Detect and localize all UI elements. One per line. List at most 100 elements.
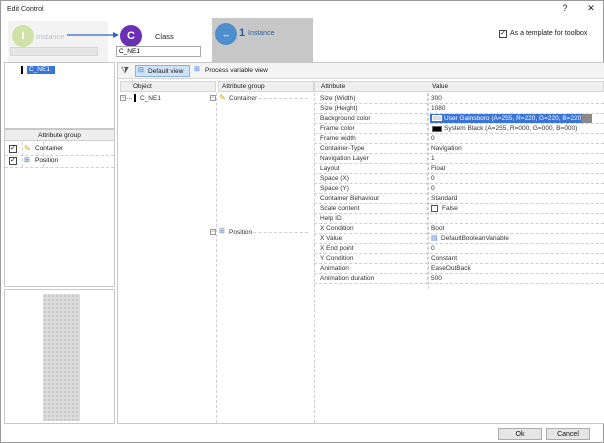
column-header-attribute-value: Attribute Value — [314, 81, 604, 92]
row-divider — [314, 253, 604, 254]
view-toolbar: ⧩ ⊟ Default view ⊞ Process variable view — [118, 63, 604, 79]
close-button[interactable]: ✕ — [584, 3, 598, 14]
wizard-step-class[interactable]: C Class — [118, 21, 208, 64]
value-animation[interactable]: EaseOutBack — [431, 265, 471, 272]
tree-connector — [248, 232, 308, 233]
step-class-label: Class — [155, 32, 174, 41]
row-divider — [314, 223, 604, 224]
step-instance-icon: I — [12, 25, 34, 47]
attr-container-type: Container-Type — [320, 145, 365, 152]
collapse-position-icon[interactable]: − — [210, 229, 216, 235]
row-divider — [314, 263, 604, 264]
gainsboro-swatch — [432, 115, 442, 121]
attr-layout: Layout — [320, 165, 340, 172]
value-y-condition[interactable]: Constant — [431, 255, 457, 262]
tree-connector — [127, 98, 132, 99]
step-instance-label: Instance — [36, 32, 65, 41]
value-container-behaviour[interactable]: Standard — [431, 195, 457, 202]
row-divider — [314, 233, 604, 234]
row-divider — [314, 173, 604, 174]
column-header-attribute-group-label: Attribute group — [222, 83, 265, 90]
value-x-end-point[interactable]: 0 — [431, 245, 435, 252]
value-space-x[interactable]: 0 — [431, 175, 435, 182]
value-size-width[interactable]: 300 — [431, 95, 442, 102]
template-checkbox-label: As a template for toolbox — [510, 30, 588, 37]
value-container-type[interactable]: Navigation — [431, 145, 462, 152]
default-view-icon: ⊟ — [138, 67, 144, 74]
attr-y-condition: Y Condition — [320, 255, 354, 262]
wizard-step-instance[interactable]: I Instance — [8, 21, 108, 64]
attr-x-end-point: X End point — [320, 245, 354, 252]
color-picker-button[interactable] — [582, 114, 592, 123]
black-swatch — [432, 126, 442, 132]
default-view-button[interactable]: ⊟ Default view — [135, 65, 190, 77]
scale-content-checkbox[interactable] — [431, 205, 438, 212]
object-label[interactable]: C_NE1 — [140, 95, 161, 102]
attr-space-x: Space (X) — [320, 175, 349, 182]
tree-connector — [248, 98, 308, 99]
value-frame-color[interactable]: System Black (A=255, R=000, G=000, B=000… — [444, 125, 577, 132]
class-name-input[interactable] — [116, 46, 201, 57]
attr-frame-color: Frame color — [320, 125, 355, 132]
arrow-right-icon — [67, 32, 119, 38]
window-title: Edit Control — [7, 6, 44, 13]
attribute-group-header: Attribute group — [5, 130, 114, 141]
step-class-icon: C — [120, 25, 142, 47]
edit-control-dialog: Edit Control ? ✕ I Instance C Class ↔ 1 … — [0, 0, 604, 443]
group-container-label: Container — [35, 145, 64, 152]
row-divider — [314, 133, 604, 134]
filter-icon[interactable]: ⧩ — [121, 65, 129, 76]
position-grid-icon: ⊞ — [24, 157, 30, 164]
template-checkbox[interactable]: ✓ — [499, 30, 507, 38]
object-color-marker — [134, 94, 136, 102]
column-header-attribute-label: Attribute — [321, 83, 346, 90]
wizard-step-instances[interactable]: ↔ 1 Instance — [212, 18, 313, 63]
value-layout[interactable]: Float — [431, 165, 445, 172]
value-space-y[interactable]: 0 — [431, 185, 435, 192]
column-header-object[interactable]: Object — [120, 81, 216, 92]
value-scale-content: False — [442, 205, 458, 212]
step-instance-field — [10, 47, 98, 56]
attr-navigation-layer: Navigation Layer — [320, 155, 369, 162]
value-x-condition[interactable]: Bool — [431, 225, 444, 232]
process-view-label: Process variable view — [205, 67, 268, 74]
row-divider — [314, 193, 604, 194]
attr-animation: Animation — [320, 265, 349, 272]
value-size-height[interactable]: 1080 — [431, 105, 445, 112]
value-background-color-field[interactable]: User Gainsboro (A=255, R=220, G=220, B=2… — [430, 114, 583, 123]
attr-x-condition: X Condition — [320, 225, 354, 232]
group-position-label: Position — [35, 157, 59, 164]
collapse-container-icon[interactable]: − — [210, 95, 216, 101]
group-container-checkbox[interactable]: ✓ — [9, 145, 17, 153]
column-header-attribute-group[interactable]: Attribute group — [218, 81, 314, 92]
row-divider — [314, 153, 604, 154]
value-x-value[interactable]: DefaultBooleanVariable — [441, 235, 509, 242]
preview-pane — [4, 289, 115, 424]
instance-count: 1 — [239, 27, 246, 39]
step-instances-label: Instance — [248, 30, 275, 37]
row-divider — [314, 203, 604, 204]
value-frame-width[interactable]: 0 — [431, 135, 435, 142]
process-view-button[interactable]: ⊞ Process variable view — [194, 65, 284, 77]
row-divider — [314, 103, 604, 104]
help-button[interactable]: ? — [558, 3, 572, 13]
collapse-object-icon[interactable]: − — [120, 95, 126, 101]
attr-help-id: Help ID — [320, 215, 342, 222]
row-divider — [314, 163, 604, 164]
attribute-editor-pane: ⧩ ⊟ Default view ⊞ Process variable view… — [117, 62, 604, 424]
row-divider — [314, 213, 604, 214]
group-position-checkbox[interactable]: ✓ — [9, 157, 17, 165]
swap-arrows-icon: ↔ — [215, 23, 237, 45]
row-divider — [5, 167, 114, 168]
value-navigation-layer[interactable]: 1 — [431, 155, 435, 162]
column-divider — [22, 142, 23, 167]
value-animation-duration[interactable]: 500 — [431, 275, 442, 282]
selected-instance[interactable]: C_NE1 — [27, 66, 55, 74]
default-view-label: Default view — [148, 68, 184, 75]
ok-button[interactable]: Ok — [498, 428, 542, 440]
instance-color-marker — [21, 66, 23, 74]
row-divider — [314, 283, 604, 284]
pencil-icon: ✎ — [219, 93, 226, 102]
cancel-button[interactable]: Cancel — [546, 428, 590, 440]
row-divider — [314, 243, 604, 244]
